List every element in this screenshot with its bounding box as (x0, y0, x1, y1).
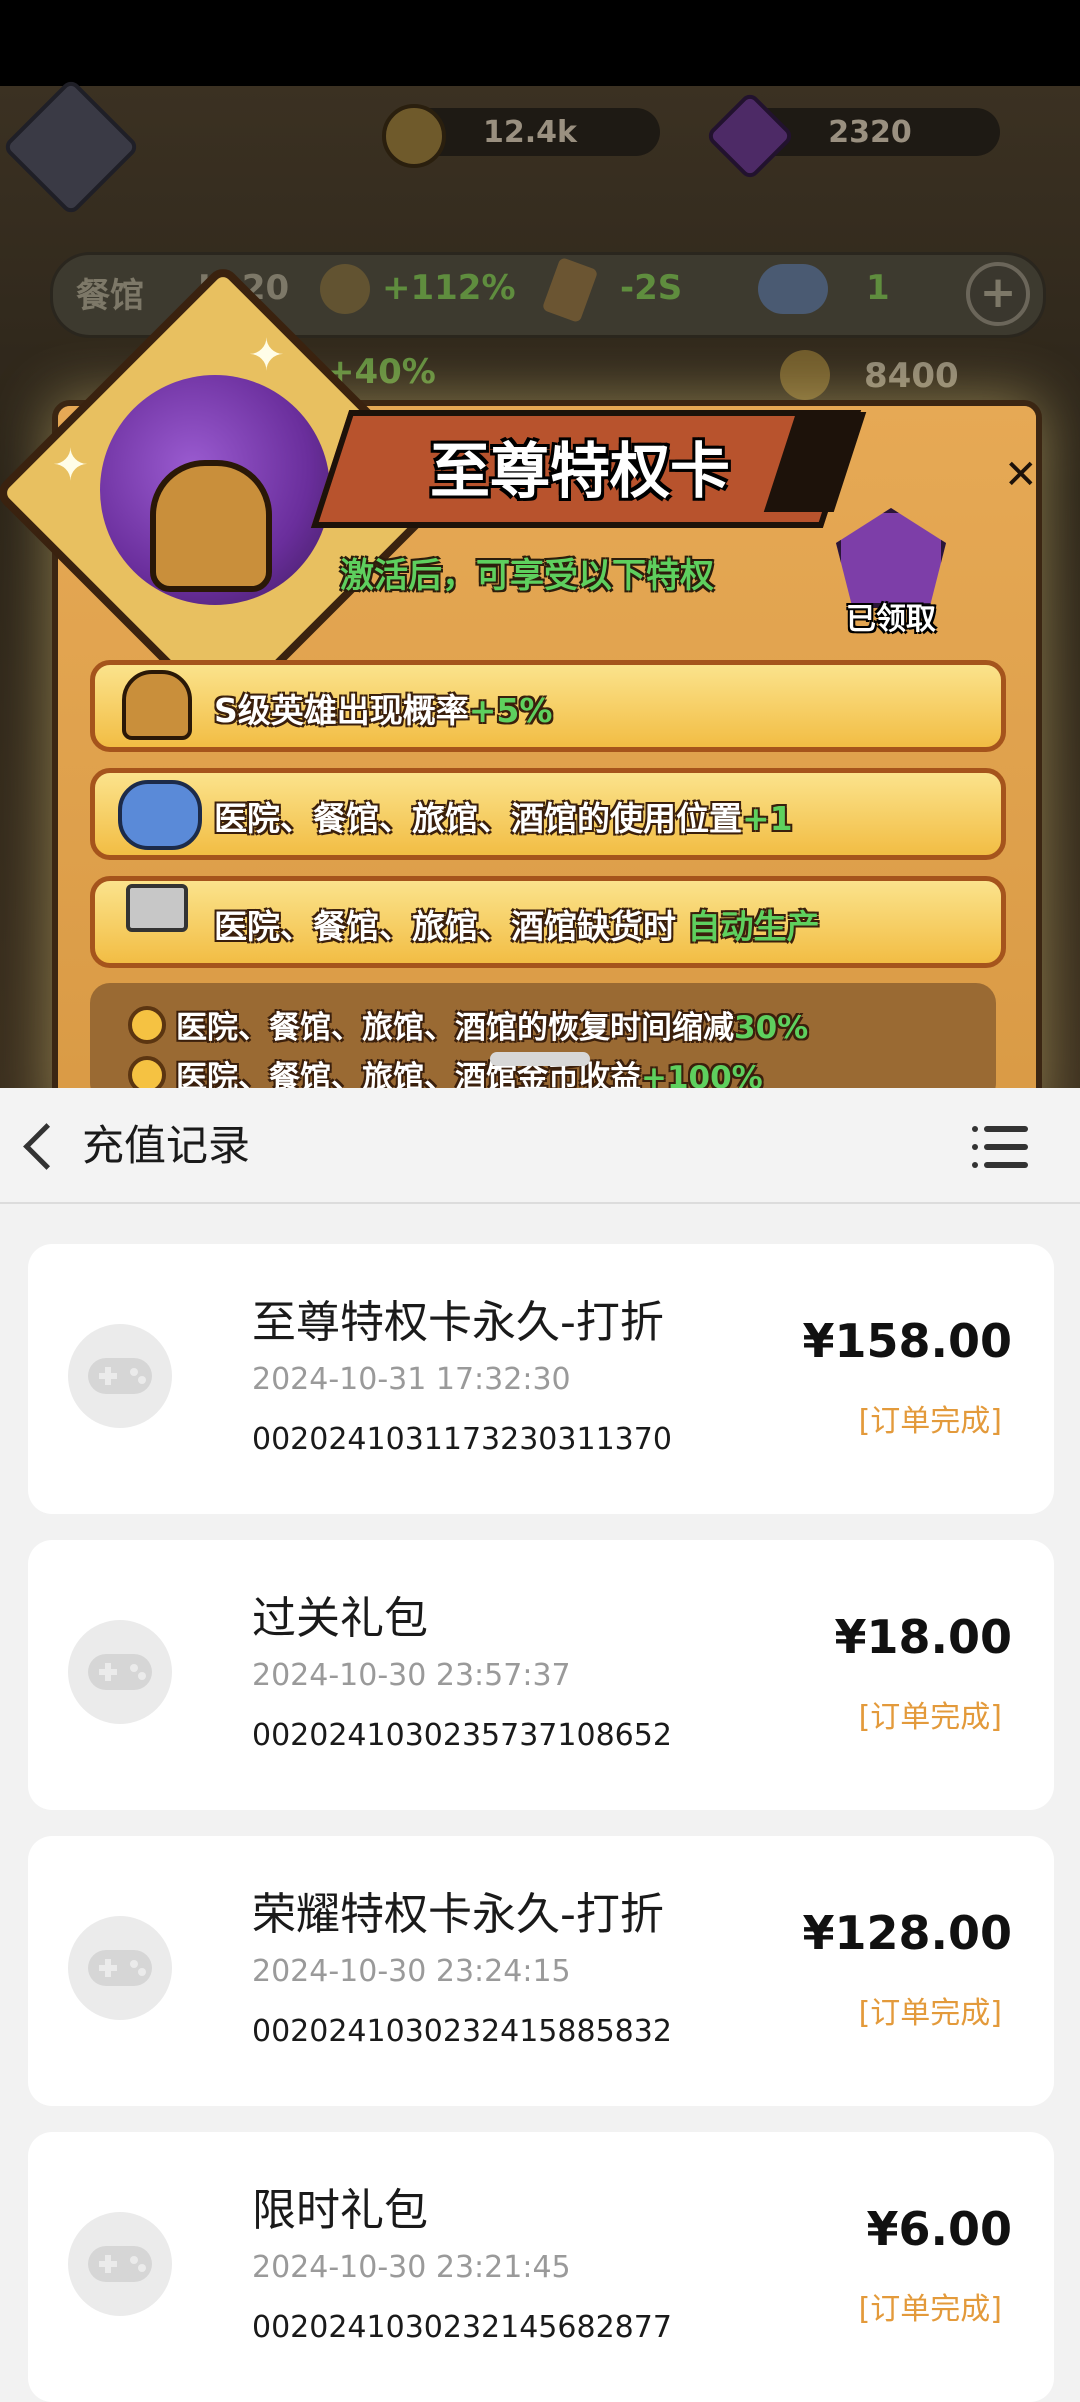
record-status: [订单完成] (858, 1700, 1002, 1735)
building-name: 餐馆 (76, 276, 144, 316)
knight-helmet-icon (150, 460, 272, 592)
record-order-id: 0020241030232145682877 (252, 2310, 672, 2345)
record-card[interactable]: 荣耀特权卡永久-打折 2024-10-30 23:24:15 002024103… (28, 1836, 1054, 2106)
sparkle-icon: ✦ (248, 330, 285, 381)
privilege-text: 医院、餐馆、旅馆、酒馆的使用位置+1 (214, 799, 793, 838)
record-time: 2024-10-30 23:21:45 (252, 2250, 571, 2285)
record-avatar (68, 1916, 172, 2020)
gold-coin-icon (780, 350, 830, 400)
bullet-dot-icon (128, 1056, 166, 1088)
status-bar (0, 0, 1080, 86)
gold-amount: 12.4k (483, 114, 577, 150)
record-status: [订单完成] (858, 1404, 1002, 1439)
bullet-text: 医院、餐馆、旅馆、酒馆金币收益+100% (176, 1060, 763, 1088)
record-order-id: 0020241030235737108652 (252, 1718, 672, 1753)
record-time: 2024-10-30 23:57:37 (252, 1658, 571, 1693)
upgrade-cost: 8400 (864, 356, 959, 396)
back-button[interactable] (16, 1116, 76, 1176)
record-price: ¥128.00 (802, 1906, 1012, 1960)
workers-count: 1 (866, 268, 890, 308)
record-order-id: 0020241031173230311370 (252, 1422, 672, 1457)
chevron-left-icon (23, 1123, 70, 1170)
card-subtitle: 激活后，可享受以下特权 (340, 556, 714, 596)
record-price: ¥18.00 (834, 1610, 1012, 1664)
record-name: 至尊特权卡永久-打折 (252, 1297, 664, 1348)
record-name: 荣耀特权卡永久-打折 (252, 1889, 664, 1940)
privilege-text: 医院、餐馆、旅馆、酒馆缺货时 自动生产 (214, 907, 820, 946)
bullet-text: 医院、餐馆、旅馆、酒馆的恢复时间缩减30% (176, 1010, 809, 1046)
record-status: [订单完成] (858, 2292, 1002, 2327)
record-avatar (68, 1620, 172, 1724)
record-price: ¥6.00 (866, 2202, 1012, 2256)
workers-icon (758, 264, 828, 314)
record-card[interactable]: 至尊特权卡永久-打折 2024-10-31 17:32:30 002024103… (28, 1244, 1054, 1514)
claimed-badge: 已领取 (846, 602, 936, 637)
record-avatar (68, 2212, 172, 2316)
game-screen: 12.4k 2320 餐馆 Lv20 +112% -2S 1 + +40% 84… (0, 0, 1080, 1088)
gold-coin-icon[interactable] (382, 104, 446, 168)
record-price: ¥158.00 (802, 1314, 1012, 1368)
gem-amount: 2320 (828, 114, 912, 150)
hammer-icon (126, 884, 188, 932)
record-card[interactable]: 限时礼包 2024-10-30 23:21:45 002024103023214… (28, 2132, 1054, 2402)
sheet-header: 充值记录 (0, 1088, 1080, 1204)
close-icon[interactable]: ✕ (1004, 452, 1038, 498)
recharge-records-sheet: 充值记录 至尊特权卡永久-打折 2024-10-31 17:32:30 0020… (0, 1088, 1080, 2402)
drag-handle[interactable] (490, 1052, 590, 1066)
record-avatar (68, 1324, 172, 1428)
record-name: 限时礼包 (252, 2185, 428, 2236)
income-bonus: +112% (382, 268, 516, 308)
privilege-text: S级英雄出现概率+5% (214, 691, 553, 730)
sparkle-icon: ✦ (52, 440, 89, 491)
card-title: 至尊特权卡 (430, 436, 730, 507)
people-icon (118, 780, 202, 850)
list-menu-button[interactable] (972, 1122, 1032, 1172)
record-card[interactable]: 过关礼包 2024-10-30 23:57:37 002024103023573… (28, 1540, 1054, 1810)
record-order-id: 0020241030232415885832 (252, 2014, 672, 2049)
gold-coin-icon (320, 264, 370, 314)
helmet-icon (122, 670, 192, 740)
bullet-dot-icon (128, 1006, 166, 1044)
page-title: 充值记录 (82, 1121, 251, 1170)
time-bonus: -2S (620, 268, 683, 308)
record-time: 2024-10-31 17:32:30 (252, 1362, 571, 1397)
record-time: 2024-10-30 23:24:15 (252, 1954, 571, 1989)
record-name: 过关礼包 (252, 1593, 428, 1644)
record-status: [订单完成] (858, 1996, 1002, 2031)
add-worker-button[interactable]: + (966, 262, 1030, 326)
